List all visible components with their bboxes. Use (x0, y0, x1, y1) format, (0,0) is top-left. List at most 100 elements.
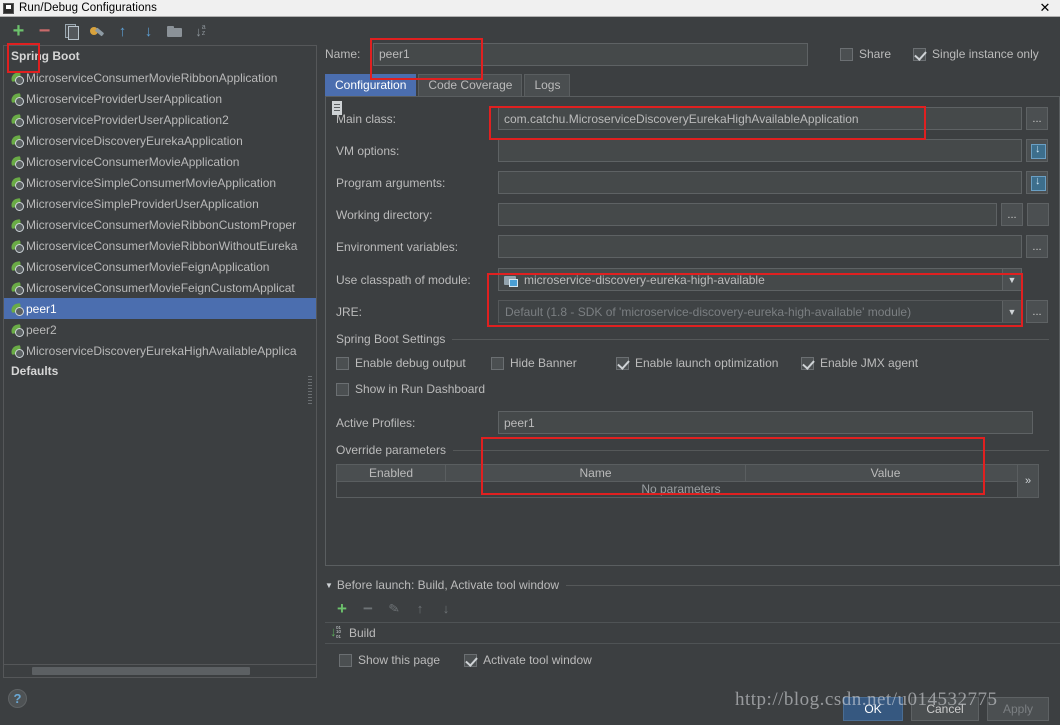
working-directory-browse-button[interactable]: ... (1001, 203, 1023, 226)
vm-options-input[interactable] (498, 139, 1022, 162)
name-input[interactable] (373, 42, 808, 66)
list-item[interactable]: MicroserviceDiscoveryEurekaHighAvailable… (4, 340, 316, 361)
add-configuration-icon[interactable]: + (10, 21, 27, 41)
sort-configurations-icon[interactable]: ↓ a z (192, 23, 209, 40)
tab-code-coverage[interactable]: Code Coverage (418, 74, 523, 96)
move-up-icon[interactable]: ↑ (114, 23, 131, 40)
task-move-down-icon[interactable]: ↓ (439, 601, 453, 615)
before-launch-task-label: Build (349, 626, 376, 640)
edit-task-icon[interactable]: ✎ (386, 600, 402, 617)
spring-boot-icon (11, 344, 25, 358)
environment-variables-browse-button[interactable]: ... (1026, 235, 1048, 258)
jre-row: JRE: Default (1.8 - SDK of 'microservice… (336, 300, 1049, 323)
list-item-label: MicroserviceConsumerMovieRibbonApplicati… (26, 70, 278, 85)
spring-boot-icon (11, 323, 25, 337)
help-icon[interactable]: ? (8, 689, 27, 708)
list-item-peer2[interactable]: peer2 (4, 319, 316, 340)
jre-browse-button[interactable]: ... (1026, 300, 1048, 323)
chevron-down-icon[interactable]: ▼ (1002, 301, 1021, 322)
show-in-run-dashboard-label: Show in Run Dashboard (355, 382, 486, 396)
list-item[interactable]: MicroserviceProviderUserApplication2 (4, 109, 316, 130)
list-item[interactable]: MicroserviceConsumerMovieFeignCustomAppl… (4, 277, 316, 298)
hide-banner-checkbox[interactable]: Hide Banner (491, 356, 616, 370)
share-checkbox-box[interactable] (840, 47, 853, 61)
list-item[interactable]: MicroserviceConsumerMovieApplication (4, 151, 316, 172)
classpath-module-combo[interactable]: microservice-discovery-eureka-high-avail… (498, 268, 1022, 291)
list-item[interactable]: MicroserviceDiscoveryEurekaApplication (4, 130, 316, 151)
working-directory-macros-icon[interactable] (1027, 203, 1049, 226)
cancel-button[interactable]: Cancel (911, 697, 979, 721)
list-item[interactable]: MicroserviceConsumerMovieFeignApplicatio… (4, 256, 316, 277)
column-header-enabled[interactable]: Enabled (336, 464, 446, 482)
list-item[interactable]: MicroserviceConsumerMovieRibbonApplicati… (4, 67, 316, 88)
hide-banner-box[interactable] (491, 356, 504, 370)
activate-tool-window-checkbox[interactable]: Activate tool window (464, 653, 592, 667)
program-arguments-expand-icon[interactable] (1026, 171, 1048, 194)
main-class-browse-button[interactable]: ... (1026, 107, 1048, 130)
main-class-input[interactable] (498, 107, 1022, 130)
sidebar-toolbar: + − ↑ ↓ ↓ a z (0, 17, 320, 45)
edit-templates-icon[interactable] (88, 23, 105, 40)
module-icon (504, 273, 518, 287)
tab-configuration[interactable]: Configuration (325, 74, 417, 96)
list-item[interactable]: MicroserviceConsumerMovieRibbonWithoutEu… (4, 235, 316, 256)
list-item-peer1[interactable]: peer1 (4, 298, 316, 319)
program-arguments-input[interactable] (498, 171, 1022, 194)
working-directory-input[interactable] (498, 203, 997, 226)
show-in-run-dashboard-checkbox[interactable]: Show in Run Dashboard (336, 382, 485, 396)
move-down-icon[interactable]: ↓ (140, 23, 157, 40)
environment-variables-input[interactable] (498, 235, 1022, 258)
chevron-down-icon[interactable]: ▼ (1002, 269, 1021, 290)
show-in-run-dashboard-box[interactable] (336, 382, 349, 396)
enable-debug-output-checkbox[interactable]: Enable debug output (336, 356, 491, 370)
show-this-page-checkbox[interactable]: Show this page (339, 653, 440, 667)
share-checkbox[interactable]: Share (840, 47, 891, 61)
ok-button[interactable]: OK (843, 697, 903, 721)
list-item[interactable]: MicroserviceConsumerMovieRibbonCustomPro… (4, 214, 316, 235)
enable-launch-optimization-box[interactable] (616, 356, 629, 370)
remove-configuration-icon[interactable]: − (36, 21, 53, 41)
enable-debug-output-label: Enable debug output (355, 356, 466, 370)
name-row: Name: Share Single instance only (325, 42, 1060, 66)
group-divider (452, 338, 1049, 340)
jre-combo[interactable]: Default (1.8 - SDK of 'microservice-disc… (498, 300, 1022, 323)
create-folder-icon[interactable] (166, 23, 183, 40)
vm-options-expand-icon[interactable] (1026, 139, 1048, 162)
enable-debug-output-box[interactable] (336, 356, 349, 370)
enable-jmx-agent-box[interactable] (801, 356, 814, 370)
list-item-label: MicroserviceConsumerMovieRibbonCustomPro… (26, 217, 297, 232)
main-class-row: Main class: ... (336, 107, 1049, 130)
add-task-icon[interactable]: + (335, 600, 349, 617)
task-move-up-icon[interactable]: ↑ (413, 601, 427, 615)
jre-value: Default (1.8 - SDK of 'microservice-disc… (505, 304, 912, 319)
enable-launch-optimization-checkbox[interactable]: Enable launch optimization (616, 356, 801, 370)
copy-configuration-icon[interactable] (62, 23, 79, 40)
chevron-down-icon[interactable]: ▼ (325, 581, 333, 590)
single-instance-checkbox[interactable]: Single instance only (913, 47, 1039, 61)
scrollbar-thumb[interactable] (32, 667, 250, 675)
activate-tool-window-box[interactable] (464, 653, 478, 667)
list-item[interactable]: MicroserviceProviderUserApplication (4, 88, 316, 109)
configurations-list[interactable]: Spring Boot MicroserviceConsumerMovieRib… (3, 45, 317, 665)
column-header-value[interactable]: Value (746, 464, 1026, 482)
close-icon[interactable]: ✕ (1030, 0, 1060, 16)
show-this-page-box[interactable] (339, 653, 352, 667)
enable-jmx-agent-checkbox[interactable]: Enable JMX agent (801, 356, 918, 370)
list-item-label: MicroserviceProviderUserApplication2 (26, 112, 229, 127)
before-launch-task-list[interactable]: Build (325, 622, 1060, 644)
single-instance-checkbox-box[interactable] (913, 47, 927, 61)
table-expand-button[interactable]: » (1017, 464, 1039, 498)
column-header-name[interactable]: Name (446, 464, 746, 482)
override-parameters-title: Override parameters (336, 443, 447, 457)
remove-task-icon[interactable]: − (361, 600, 375, 617)
before-launch-title: Before launch: Build, Activate tool wind… (336, 578, 560, 592)
list-item[interactable]: MicroserviceSimpleConsumerMovieApplicati… (4, 172, 316, 193)
apply-button[interactable]: Apply (987, 697, 1049, 721)
list-item[interactable]: MicroserviceSimpleProviderUserApplicatio… (4, 193, 316, 214)
list-group-header-defaults[interactable]: Defaults (4, 361, 316, 382)
list-vertical-scrollbar[interactable] (308, 376, 312, 404)
active-profiles-input[interactable] (498, 411, 1033, 434)
spring-boot-icon (11, 281, 25, 295)
tab-logs[interactable]: Logs (524, 74, 571, 96)
before-launch-title-row[interactable]: ▼ Before launch: Build, Activate tool wi… (325, 578, 1060, 592)
